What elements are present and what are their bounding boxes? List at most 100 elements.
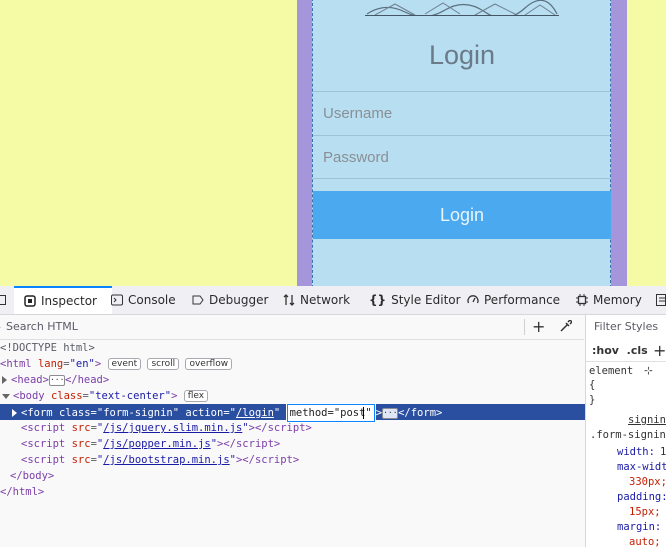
tab-network[interactable]: Network	[283, 286, 350, 314]
hov-button[interactable]: :hov	[592, 344, 619, 357]
text-cursor-icon	[362, 407, 364, 419]
network-icon	[283, 294, 295, 306]
tab-label: Inspector	[41, 294, 97, 308]
expand-icon[interactable]	[12, 409, 17, 417]
element-picker-icon[interactable]	[0, 295, 6, 305]
prop-value[interactable]: 330px;	[629, 476, 666, 488]
attr-name: action	[185, 407, 224, 419]
eyedropper-icon[interactable]	[560, 320, 572, 332]
html-search-bar: Search HTML +	[0, 315, 584, 340]
attr-name: class	[50, 390, 83, 402]
collapsed-content-icon[interactable]: ···	[382, 407, 399, 419]
pseudo-class-toggle[interactable]: :hov .cls	[592, 344, 648, 357]
search-icon	[0, 327, 1, 329]
tag-close: </head>	[64, 374, 110, 386]
tab-memory[interactable]: Memory	[576, 286, 642, 314]
tag-name: <body	[13, 390, 45, 402]
tag-name: <html	[0, 358, 32, 370]
expand-icon[interactable]	[2, 376, 7, 384]
script-src-link[interactable]: /js/bootstrap.min.js	[103, 454, 229, 466]
password-input[interactable]: Password	[313, 135, 610, 179]
tag-name: </html>	[0, 486, 45, 498]
markup-row-body-end[interactable]: </body>	[0, 468, 594, 484]
tab-performance[interactable]: Performance	[467, 286, 560, 314]
markup-view: <!DOCTYPE html> <html lang="en"> event s…	[0, 340, 596, 547]
overflow-badge[interactable]: overflow	[185, 358, 233, 370]
memory-icon	[576, 294, 588, 306]
collapse-icon[interactable]	[2, 393, 10, 399]
tag-name: <head>	[11, 374, 49, 386]
markup-row-body[interactable]: <body class="text-center"> flex	[0, 388, 586, 404]
tab-debugger[interactable]: Debugger	[192, 286, 268, 314]
prop-value[interactable]: auto;	[629, 536, 661, 547]
element-selector: element	[589, 365, 634, 377]
page-viewport: Login Username Password Login	[0, 0, 666, 286]
tab-label: Debugger	[209, 293, 269, 307]
tag-close: >	[171, 390, 178, 402]
action-link[interactable]: /login	[236, 407, 274, 419]
tag-close: >	[94, 358, 102, 370]
divider	[524, 319, 525, 335]
tab-label: Style Editor	[391, 293, 461, 307]
collapsed-content-icon[interactable]: ···	[48, 374, 65, 386]
tab-inspector[interactable]: Inspector	[14, 286, 112, 314]
overflow-tabs-icon[interactable]	[656, 294, 666, 306]
markup-row-script[interactable]: <script src="/js/bootstrap.min.js"></scr…	[0, 452, 605, 468]
attr-name: lang	[37, 358, 64, 370]
quote: "	[273, 407, 281, 419]
debugger-icon	[192, 295, 204, 305]
filter-styles-input[interactable]: Filter Styles	[594, 320, 658, 333]
doctype-text: <!DOCTYPE html>	[0, 342, 95, 354]
markup-row-doctype[interactable]: <!DOCTYPE html>	[0, 340, 584, 356]
search-html-input[interactable]: Search HTML	[6, 320, 78, 333]
prop-name[interactable]: margin:	[617, 521, 661, 533]
scroll-badge[interactable]: scroll	[147, 358, 180, 370]
event-badge[interactable]: event	[107, 358, 142, 370]
markup-row-script[interactable]: <script src="/js/popper.min.js"></script…	[0, 436, 605, 452]
script-src-link[interactable]: /js/popper.min.js	[103, 438, 210, 450]
markup-row-form[interactable]: <form class="form-signin" action="/login…	[0, 403, 596, 423]
devtools-panel: Inspector Console Debugger Network {} St…	[0, 286, 666, 547]
tab-label: Console	[128, 293, 176, 307]
markup-row-script[interactable]: <script src="/js/jquery.slim.min.js"></s…	[0, 420, 605, 436]
brace-close: }	[589, 394, 596, 406]
devtools-toolbar: Inspector Console Debugger Network {} St…	[0, 286, 666, 315]
markup-row-html[interactable]: <html lang="en"> event scroll overflow	[0, 356, 584, 372]
prop-value[interactable]: 15px;	[629, 506, 661, 518]
tab-label: Memory	[593, 293, 642, 307]
tag-close: </form>	[398, 407, 443, 419]
attr-value: "form-signin"	[96, 407, 180, 419]
login-heading: Login	[428, 40, 496, 70]
element-style-icon[interactable]: ⊹	[644, 365, 653, 377]
add-rule-icon[interactable]: +	[653, 341, 666, 360]
tab-console[interactable]: Console	[111, 286, 176, 314]
tab-label: Network	[300, 293, 351, 307]
tag-name: <form	[21, 407, 53, 419]
logo-illustration	[365, 0, 559, 16]
rules-panel: Filter Styles :hov .cls + element ⊹ { } …	[585, 315, 666, 547]
attr-name: class	[58, 407, 91, 419]
cls-button[interactable]: .cls	[627, 344, 648, 357]
script-src-link[interactable]: /js/jquery.slim.min.js	[103, 422, 242, 434]
brace-open: {	[589, 379, 596, 391]
login-button[interactable]: Login	[313, 191, 611, 239]
username-input[interactable]: Username	[313, 91, 610, 135]
prop-name[interactable]: max-widt	[617, 461, 666, 473]
attr-value: "en"	[69, 358, 95, 370]
markup-row-html-end[interactable]: </html>	[0, 484, 584, 500]
prop-name[interactable]: width:	[617, 446, 655, 458]
console-icon	[111, 294, 123, 306]
tab-label: Performance	[484, 293, 561, 307]
inspector-icon	[24, 295, 36, 307]
rule-selector: .form-signin	[590, 429, 666, 441]
prop-name[interactable]: padding:	[617, 491, 666, 503]
flex-badge[interactable]: flex	[183, 390, 209, 402]
add-node-icon[interactable]: +	[532, 319, 545, 335]
attr-value: "text-center"	[88, 390, 172, 402]
prop-value[interactable]: 1	[660, 446, 666, 458]
tab-style-editor[interactable]: {} Style Editor	[369, 286, 461, 314]
markup-row-head[interactable]: <head>···</head>	[0, 372, 586, 388]
rule-source-link[interactable]: signin	[628, 414, 666, 426]
divider	[586, 361, 666, 362]
style-editor-icon: {}	[369, 293, 387, 307]
